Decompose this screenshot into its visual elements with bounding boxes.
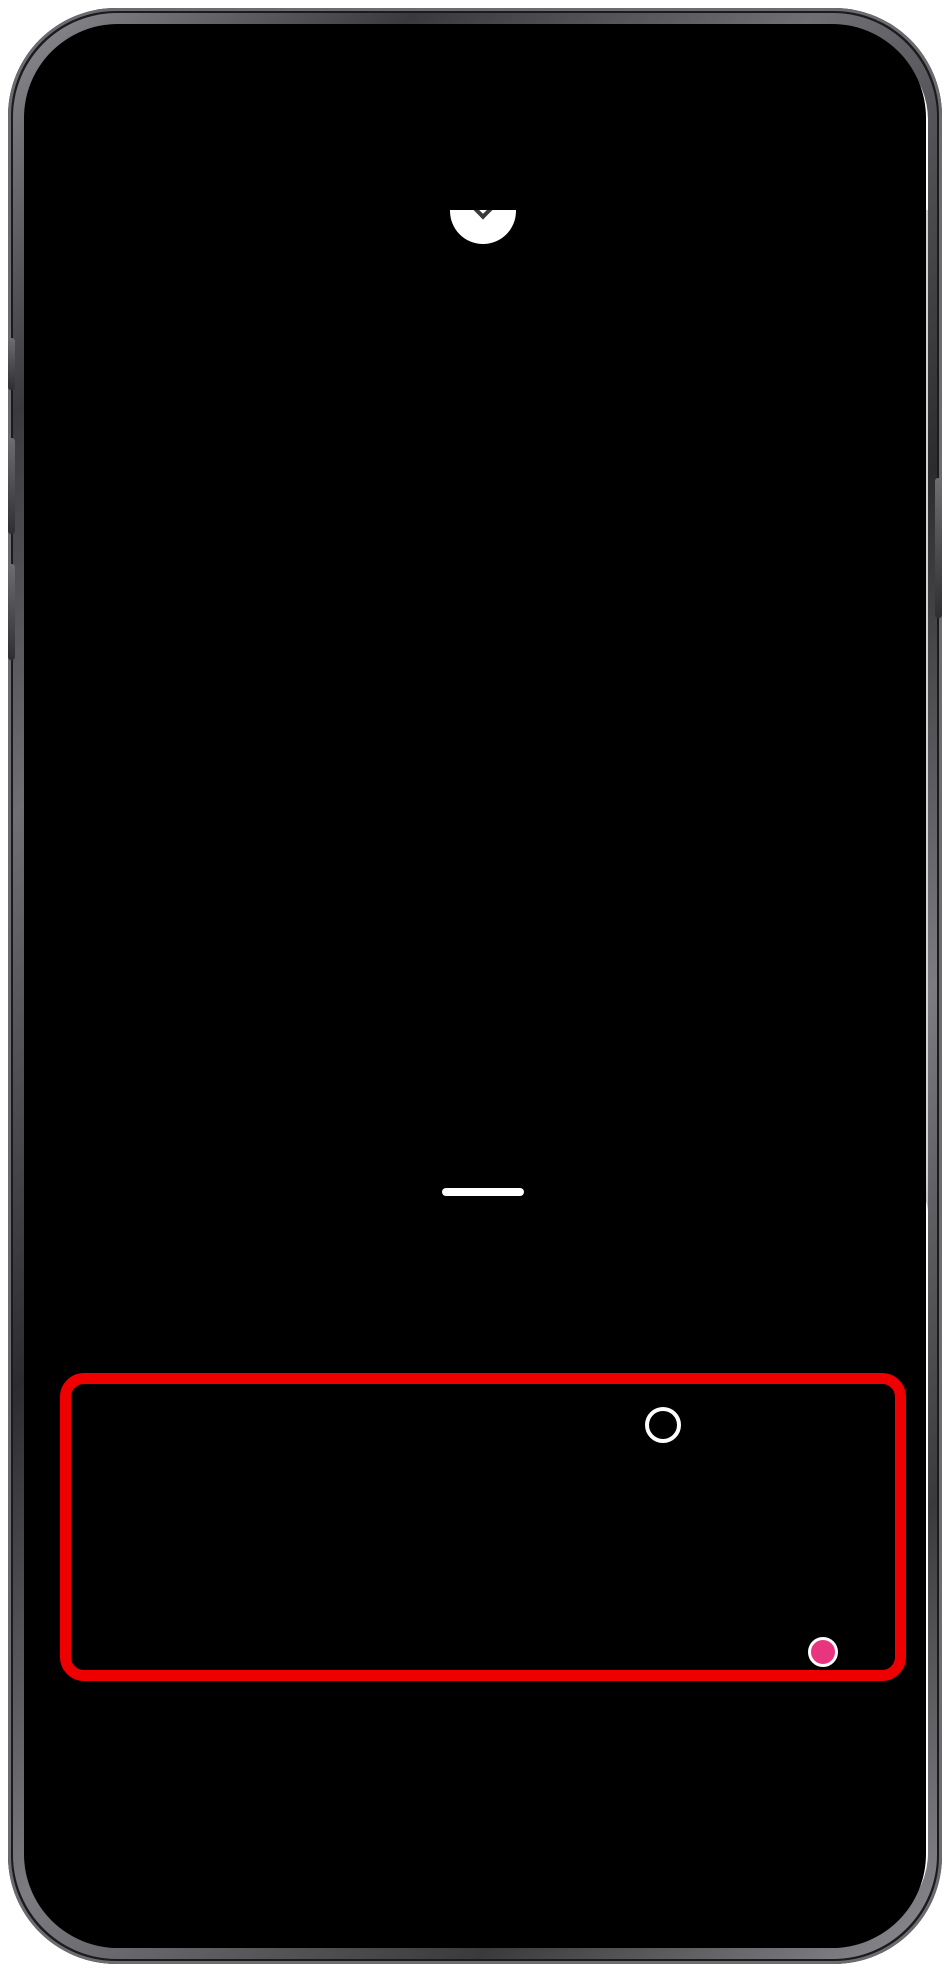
rotate-reset-icon (499, 793, 523, 817)
volume-down-button[interactable] (8, 564, 15, 660)
power-button[interactable] (935, 478, 942, 618)
battery-percent-label: 77 (861, 85, 875, 97)
tshirt-left-sleeve (111, 365, 299, 649)
tshirt-collar-inner (394, 347, 572, 407)
design-preview-canvas[interactable]: Printstar Printstar Authentic Brand 085-… (38, 210, 928, 1210)
brand-sub-label: Printstar Authentic Brand (455, 465, 511, 471)
resize-handle-top-left[interactable] (462, 982, 492, 1012)
page-title: 前面デザイン (406, 149, 593, 185)
sheet-back-button[interactable] (70, 1207, 130, 1267)
cancel-button[interactable]: キャンセル (283, 1730, 683, 1812)
status-bar: 16:55 77 (38, 38, 928, 118)
status-time: 16:55 (86, 74, 162, 107)
tshirt-brand-tag: Printstar Printstar Authentic Brand 085-… (440, 443, 526, 487)
hue-slider-thumb[interactable] (808, 1637, 838, 1667)
design-text-label: All is well. (510, 1008, 840, 1074)
tshirt-mockup: Printstar Printstar Authentic Brand 085-… (111, 315, 888, 1210)
color-swatch (349, 1307, 374, 1333)
navigation-bar: ホーム 前面デザイン 決定 (38, 118, 928, 210)
tshirt-size-tag: M (461, 493, 505, 521)
color-picker-sheet: カラー #E95295 キャンセル (38, 1179, 928, 1934)
volume-up-button[interactable] (8, 438, 15, 534)
sheet-drag-handle[interactable] (442, 1188, 524, 1196)
brand-name-label: Printstar (462, 453, 504, 466)
copy-icon (598, 1308, 619, 1332)
hex-color-value: #E95295 (386, 1305, 498, 1335)
collapse-preview-button[interactable] (450, 210, 516, 244)
resize-handle-bottom-right[interactable] (858, 1070, 888, 1100)
hex-input-row: #E95295 (38, 1291, 928, 1349)
back-to-home-button[interactable]: ホーム (56, 142, 175, 187)
phone-screen: 16:55 77 ホーム 前面デザイン 決定 Printstar Printst… (38, 38, 928, 1934)
resize-handle-bottom-left[interactable] (462, 1070, 492, 1100)
color-picker-highlight-ring (60, 1373, 906, 1681)
chevron-right-icon (888, 152, 912, 176)
chevron-down-icon (470, 210, 496, 220)
tshirt-right-sleeve (667, 365, 855, 649)
saturation-value-picker[interactable] (86, 1401, 880, 1623)
chevron-left-icon (93, 1227, 113, 1247)
dynamic-island[interactable] (352, 74, 614, 142)
status-indicators: 77 (784, 81, 887, 101)
wifi-icon (818, 81, 842, 101)
phone-frame: 16:55 77 ホーム 前面デザイン 決定 Printstar Printst… (8, 8, 942, 1964)
rotate-reset-button[interactable] (482, 777, 540, 835)
front-camera-icon (554, 91, 588, 125)
selected-text-object[interactable]: All is well. (462, 982, 888, 1100)
silent-switch[interactable] (8, 338, 15, 390)
color-sheet-title: カラー (438, 1220, 528, 1253)
home-indicator[interactable] (333, 1899, 633, 1908)
tshirt-body (215, 367, 751, 1067)
printable-area-bounds: All is well. (285, 615, 888, 1210)
chevron-left-icon (56, 152, 80, 176)
saturation-value-cursor[interactable] (645, 1407, 681, 1443)
done-button[interactable]: 決定 (823, 142, 912, 187)
back-button-label: ホーム (82, 149, 175, 185)
hex-color-input[interactable]: #E95295 (328, 1291, 566, 1349)
battery-icon: 77 (852, 83, 887, 99)
done-button-label: 決定 (823, 149, 886, 185)
cellular-signal-icon (784, 81, 808, 101)
camera-active-indicator-icon (522, 101, 536, 115)
brand-code-label: 085-CVT (472, 470, 493, 477)
tshirt-collar (380, 349, 586, 427)
hue-slider[interactable] (86, 1639, 880, 1665)
copy-hex-button[interactable] (580, 1291, 638, 1349)
resize-handle-top-right[interactable] (858, 982, 888, 1012)
